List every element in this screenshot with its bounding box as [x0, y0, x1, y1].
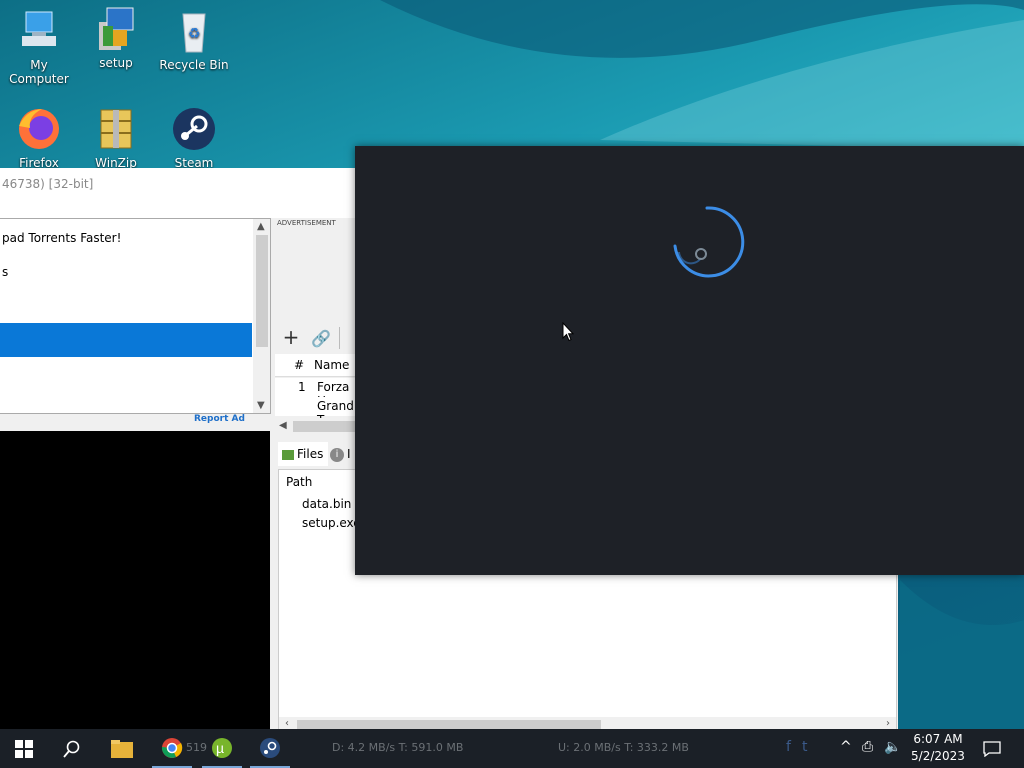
tab-label: Files: [297, 447, 324, 461]
search-button[interactable]: [48, 729, 96, 768]
desktop-icon-recycle-bin[interactable]: ♻ Recycle Bin: [155, 8, 233, 72]
chrome-icon: [161, 738, 183, 758]
torrent-num: 1: [298, 380, 306, 394]
svg-text:µ: µ: [216, 740, 224, 756]
desktop-icon-label: setup: [99, 56, 133, 70]
clock[interactable]: 6:07 AM 5/2/2023: [908, 731, 968, 765]
detail-tabs: Files iI: [275, 442, 355, 468]
scroll-left-icon[interactable]: ‹: [285, 718, 289, 729]
table-row[interactable]: Grand T: [275, 397, 355, 427]
sidebar-item[interactable]: s: [0, 257, 252, 287]
scrollbar-thumb[interactable]: [256, 235, 268, 347]
torrent-list-hscroll[interactable]: ◀: [275, 418, 355, 435]
taskbar: 519 µ D: 4.2 MB/s T: 591.0 MB U: 2.0 MB/…: [0, 729, 1024, 768]
table-row[interactable]: 1 Forza H: [275, 378, 355, 408]
start-button[interactable]: [0, 729, 48, 768]
setup-installer-icon: [93, 6, 139, 52]
scroll-left-icon[interactable]: ◀: [279, 420, 287, 431]
desktop-icon-steam[interactable]: Steam: [155, 106, 233, 170]
column-header-num[interactable]: #: [294, 358, 304, 372]
facebook-icon[interactable]: f: [786, 739, 791, 755]
advertisement-label: ADVERTISEMENT: [277, 219, 336, 227]
recycle-bin-icon: ♻: [171, 8, 217, 54]
show-hidden-icons-icon[interactable]: ^: [840, 739, 852, 755]
computer-icon: [16, 8, 62, 54]
download-status: D: 4.2 MB/s T: 591.0 MB: [332, 741, 464, 754]
column-header-name[interactable]: Name: [314, 358, 349, 372]
ad-placeholder: [0, 431, 270, 730]
sidebar-item-selected[interactable]: [0, 323, 252, 357]
notification-button[interactable]: [978, 729, 1008, 768]
desktop-icon-firefox[interactable]: Firefox: [0, 106, 78, 170]
info-icon: i: [330, 447, 344, 462]
column-header-path[interactable]: Path: [286, 475, 312, 489]
tab-files[interactable]: Files: [278, 442, 328, 466]
desktop-icon-setup[interactable]: setup: [77, 6, 155, 70]
toolbar: + 🔗: [275, 323, 355, 353]
utorrent-icon: µ: [212, 738, 232, 758]
notification-icon: [983, 741, 1001, 757]
link-icon: 🔗: [311, 329, 331, 348]
list-item[interactable]: setup.exe: [302, 516, 361, 530]
clock-date: 5/2/2023: [911, 749, 965, 763]
twitter-icon[interactable]: t: [802, 739, 808, 755]
desktop-icon-label: My Computer: [9, 58, 69, 86]
scroll-up-icon[interactable]: ▲: [257, 221, 265, 232]
toolbar-divider: [339, 327, 340, 349]
volume-icon[interactable]: 🔈: [884, 739, 901, 755]
files-icon: [282, 449, 294, 460]
desktop-icon-label: Recycle Bin: [159, 58, 229, 72]
scroll-right-icon[interactable]: ›: [886, 718, 890, 729]
file-explorer-icon: [111, 740, 133, 758]
search-icon: [63, 740, 80, 758]
taskbar-file-explorer[interactable]: [98, 729, 146, 768]
list-item[interactable]: data.bin: [302, 497, 351, 511]
mouse-cursor-icon: [562, 322, 574, 342]
scroll-down-icon[interactable]: ▼: [257, 400, 265, 411]
steam-icon: [171, 106, 217, 152]
add-torrent-button[interactable]: +: [279, 323, 303, 351]
scrollbar-thumb[interactable]: [297, 720, 601, 729]
window-title: 46738) [32-bit]: [2, 177, 94, 191]
clock-time: 6:07 AM: [913, 732, 963, 746]
sidebar-scrollbar[interactable]: ▲ ▼: [253, 219, 270, 413]
scrollbar-thumb[interactable]: [293, 421, 355, 432]
taskbar-steam[interactable]: [246, 729, 294, 768]
firefox-icon: [16, 106, 62, 152]
winzip-icon: [93, 106, 139, 152]
start-icon: [15, 740, 33, 758]
add-link-button[interactable]: 🔗: [309, 323, 333, 351]
steam-icon: [260, 738, 280, 758]
loading-window[interactable]: [355, 146, 1024, 575]
tab-label: I: [347, 447, 351, 461]
sidebar-list: pad Torrents Faster! s ▲ ▼: [0, 218, 271, 414]
desktop-icon-my-computer[interactable]: My Computer: [0, 8, 78, 86]
upload-status: U: 2.0 MB/s T: 333.2 MB: [558, 741, 689, 754]
loading-spinner-icon: [673, 206, 745, 278]
torrent-list-header: # Name: [275, 354, 355, 377]
svg-text:♻: ♻: [188, 26, 201, 42]
taskbar-utorrent[interactable]: µ: [198, 729, 246, 768]
desktop-icon-winzip[interactable]: WinZip: [77, 106, 155, 170]
tab-info[interactable]: iI: [330, 442, 355, 466]
sidebar-item-upgrade[interactable]: pad Torrents Faster!: [0, 223, 252, 253]
report-ad-link[interactable]: Report Ad: [194, 414, 245, 424]
network-icon[interactable]: ⎙: [862, 739, 873, 755]
